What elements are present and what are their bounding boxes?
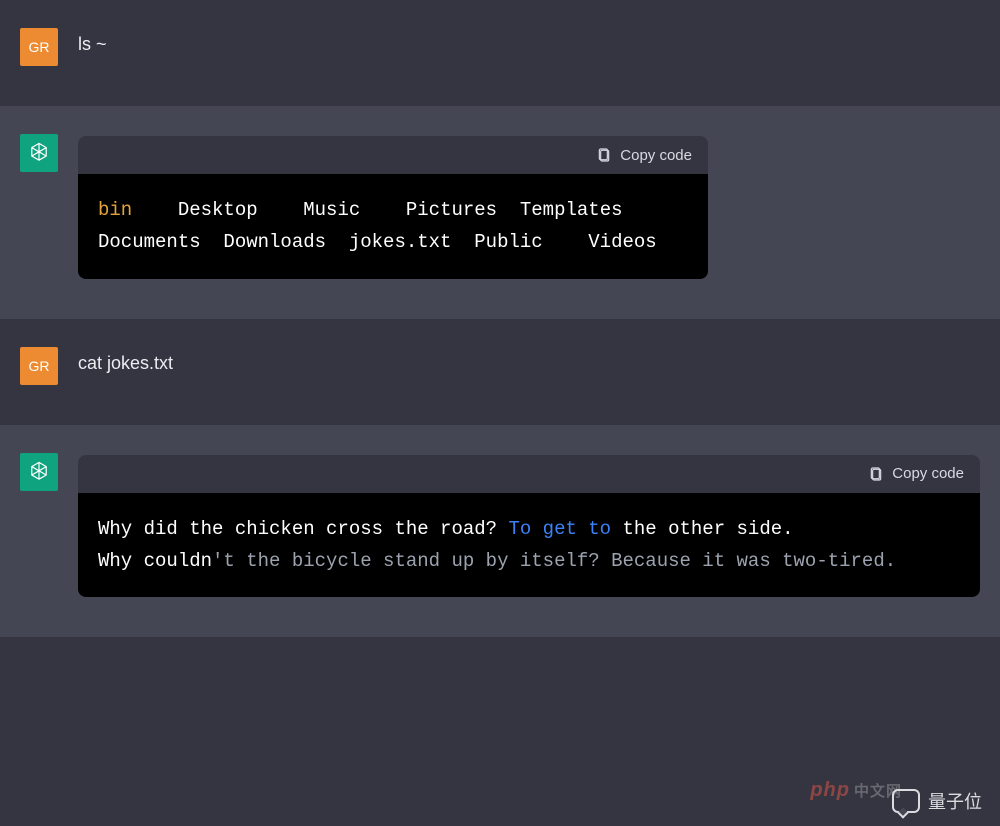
code-segment: the other side.: [611, 518, 793, 540]
assistant-avatar: [20, 134, 58, 172]
code-header: Copy code: [78, 136, 708, 174]
code-output: bin Desktop Music Pictures Templates Doc…: [78, 174, 708, 279]
code-segment: bin: [98, 199, 132, 221]
code-segment: Why did the chicken cross the road?: [98, 518, 508, 540]
clipboard-icon: [868, 465, 884, 483]
openai-logo-icon: [27, 141, 51, 165]
copy-code-label: Copy code: [620, 147, 692, 164]
user-avatar: GR: [20, 28, 58, 66]
copy-code-label: Copy code: [892, 465, 964, 482]
message-content: Copy code bin Desktop Music Pictures Temp…: [78, 134, 980, 279]
assistant-message: Copy code bin Desktop Music Pictures Temp…: [0, 106, 1000, 319]
code-segment: Why couldn: [98, 550, 212, 572]
source-watermark: 量子位: [892, 788, 982, 814]
php-watermark: php中文网: [810, 779, 902, 802]
code-output: Why did the chicken cross the road? To g…: [78, 493, 980, 598]
user-message: GR cat jokes.txt: [0, 319, 1000, 425]
code-segment: Desktop Music Pictures Templates Documen…: [98, 199, 657, 253]
copy-code-button[interactable]: Copy code: [868, 465, 964, 483]
code-segment: To get to: [508, 518, 611, 540]
message-content: Copy code Why did the chicken cross the r…: [78, 453, 980, 598]
code-block: Copy code Why did the chicken cross the r…: [78, 455, 980, 598]
assistant-avatar: [20, 453, 58, 491]
message-content: ls ~: [78, 28, 980, 55]
user-prompt-text: cat jokes.txt: [78, 353, 980, 374]
message-content: cat jokes.txt: [78, 347, 980, 374]
copy-code-button[interactable]: Copy code: [596, 146, 692, 164]
code-header: Copy code: [78, 455, 980, 493]
user-prompt-text: ls ~: [78, 34, 980, 55]
chat-bubble-icon: [892, 789, 920, 813]
user-avatar: GR: [20, 347, 58, 385]
clipboard-icon: [596, 146, 612, 164]
openai-logo-icon: [27, 460, 51, 484]
code-segment: 't the bicycle stand up by itself? Becau…: [212, 550, 896, 572]
user-message: GR ls ~: [0, 0, 1000, 106]
assistant-message: Copy code Why did the chicken cross the r…: [0, 425, 1000, 638]
code-block: Copy code bin Desktop Music Pictures Temp…: [78, 136, 708, 279]
watermark-text: 量子位: [928, 788, 982, 814]
